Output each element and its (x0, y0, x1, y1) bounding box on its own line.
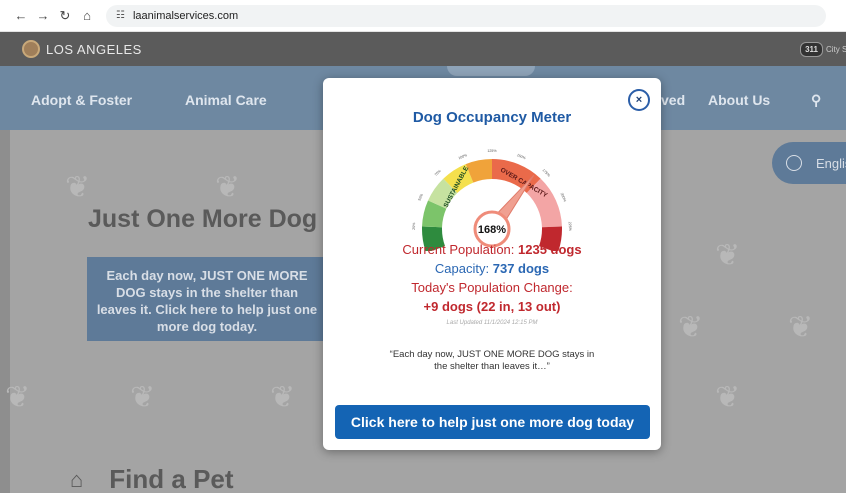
occupancy-modal: × Dog Occupancy Meter 0%25%50%75%100%125… (323, 78, 661, 450)
paw-icon: ❦ (130, 381, 156, 414)
gauge-tick-label: 125% (487, 149, 497, 153)
gauge-value-label: 168% (478, 224, 506, 236)
capacity: Capacity: 737 dogs (323, 261, 661, 276)
url-text: laanimalservices.com (132, 9, 239, 22)
globe-icon (786, 155, 802, 171)
back-button[interactable]: ← (10, 5, 32, 27)
forward-button[interactable]: → (32, 5, 54, 27)
gauge-tick-label: 200% (560, 192, 568, 203)
city-seal-icon[interactable] (22, 40, 40, 58)
population-change-label-row: Today's Population Change: (323, 280, 661, 295)
help-cta-button[interactable]: Click here to help just one more dog tod… (335, 405, 650, 439)
paw-icon: ❦ (5, 381, 31, 414)
language-label: English (816, 155, 846, 171)
paw-icon: ❦ (715, 381, 741, 414)
modal-quote: “Each day now, JUST ONE MORE DOG stays i… (389, 349, 595, 372)
capacity-label: Capacity: (434, 261, 490, 276)
nav-item-get-involved[interactable]: ved (661, 92, 685, 108)
arrow-right-icon: → (36, 8, 50, 23)
nav-tab-top (447, 66, 535, 76)
close-button[interactable]: × (628, 89, 650, 111)
hero-cta-box[interactable]: Each day now, JUST ONE MORE DOG stays in… (87, 257, 327, 341)
badge-311[interactable]: 311 (800, 42, 823, 57)
population-change-label: Today's Population Change: (411, 280, 573, 295)
nav-item-animal-care[interactable]: Animal Care (185, 92, 267, 108)
home-button[interactable]: ⌂ (76, 5, 98, 27)
hero-title: Just One More Dog (88, 205, 318, 233)
nav-item-about-us[interactable]: About Us (708, 92, 770, 108)
paw-icon: ❦ (788, 311, 814, 344)
nav-item-adopt-foster[interactable]: Adopt & Foster (31, 92, 132, 108)
capacity-value: 737 dogs (492, 261, 550, 276)
site-info-icon[interactable]: ☷ (116, 10, 125, 21)
gauge-tick-label: 175% (541, 168, 551, 178)
address-bar[interactable]: ☷ laanimalservices.com (106, 4, 826, 27)
paw-icon: ❦ (270, 381, 296, 414)
find-pet-title: Find a Pet (109, 464, 234, 493)
occupancy-gauge: 0%25%50%75%100%125%150%175%200%225%250% … (412, 149, 572, 251)
close-icon: × (635, 94, 643, 106)
current-population: Current Population: 1235 dogs (323, 242, 661, 257)
arrow-left-icon: ← (14, 8, 28, 23)
city-services-link[interactable]: City S (826, 45, 846, 54)
home-icon: ⌂ (70, 466, 84, 492)
city-header-bar: LOS ANGELES 311 City S (0, 32, 846, 66)
last-updated: Last Updated 11/1/2024 12:15 PM (446, 320, 538, 326)
modal-title: Dog Occupancy Meter (412, 109, 572, 126)
population-change-value: +9 dogs (22 in, 13 out) (423, 299, 561, 314)
current-population-label: Current Population: (402, 242, 515, 257)
browser-toolbar: ← → ↻ ⌂ ☷ laanimalservices.com (0, 0, 846, 32)
gauge-tick-label: 25% (412, 222, 416, 230)
find-pet-heading: ⌂ Find a Pet (70, 464, 234, 493)
reload-icon: ↻ (59, 7, 71, 23)
gauge-tick-label: 150% (516, 153, 527, 160)
gauge-tick-label: 225% (568, 222, 572, 232)
home-icon: ⌂ (83, 8, 91, 23)
gauge-tick-label: 50% (417, 192, 424, 201)
search-icon[interactable]: ⚲ (811, 92, 821, 109)
paw-icon: ❦ (678, 311, 704, 344)
city-name[interactable]: LOS ANGELES (46, 42, 142, 57)
current-population-value: 1235 dogs (518, 242, 582, 257)
language-selector[interactable]: English (772, 142, 846, 184)
paw-icon: ❦ (215, 171, 241, 204)
paw-icon: ❦ (715, 239, 741, 272)
reload-button[interactable]: ↻ (54, 5, 76, 27)
population-change-value-row: +9 dogs (22 in, 13 out) (323, 299, 661, 314)
gauge-tick-label: 100% (458, 153, 469, 160)
paw-icon: ❦ (65, 171, 91, 204)
gauge-tick-label: 75% (434, 168, 443, 176)
